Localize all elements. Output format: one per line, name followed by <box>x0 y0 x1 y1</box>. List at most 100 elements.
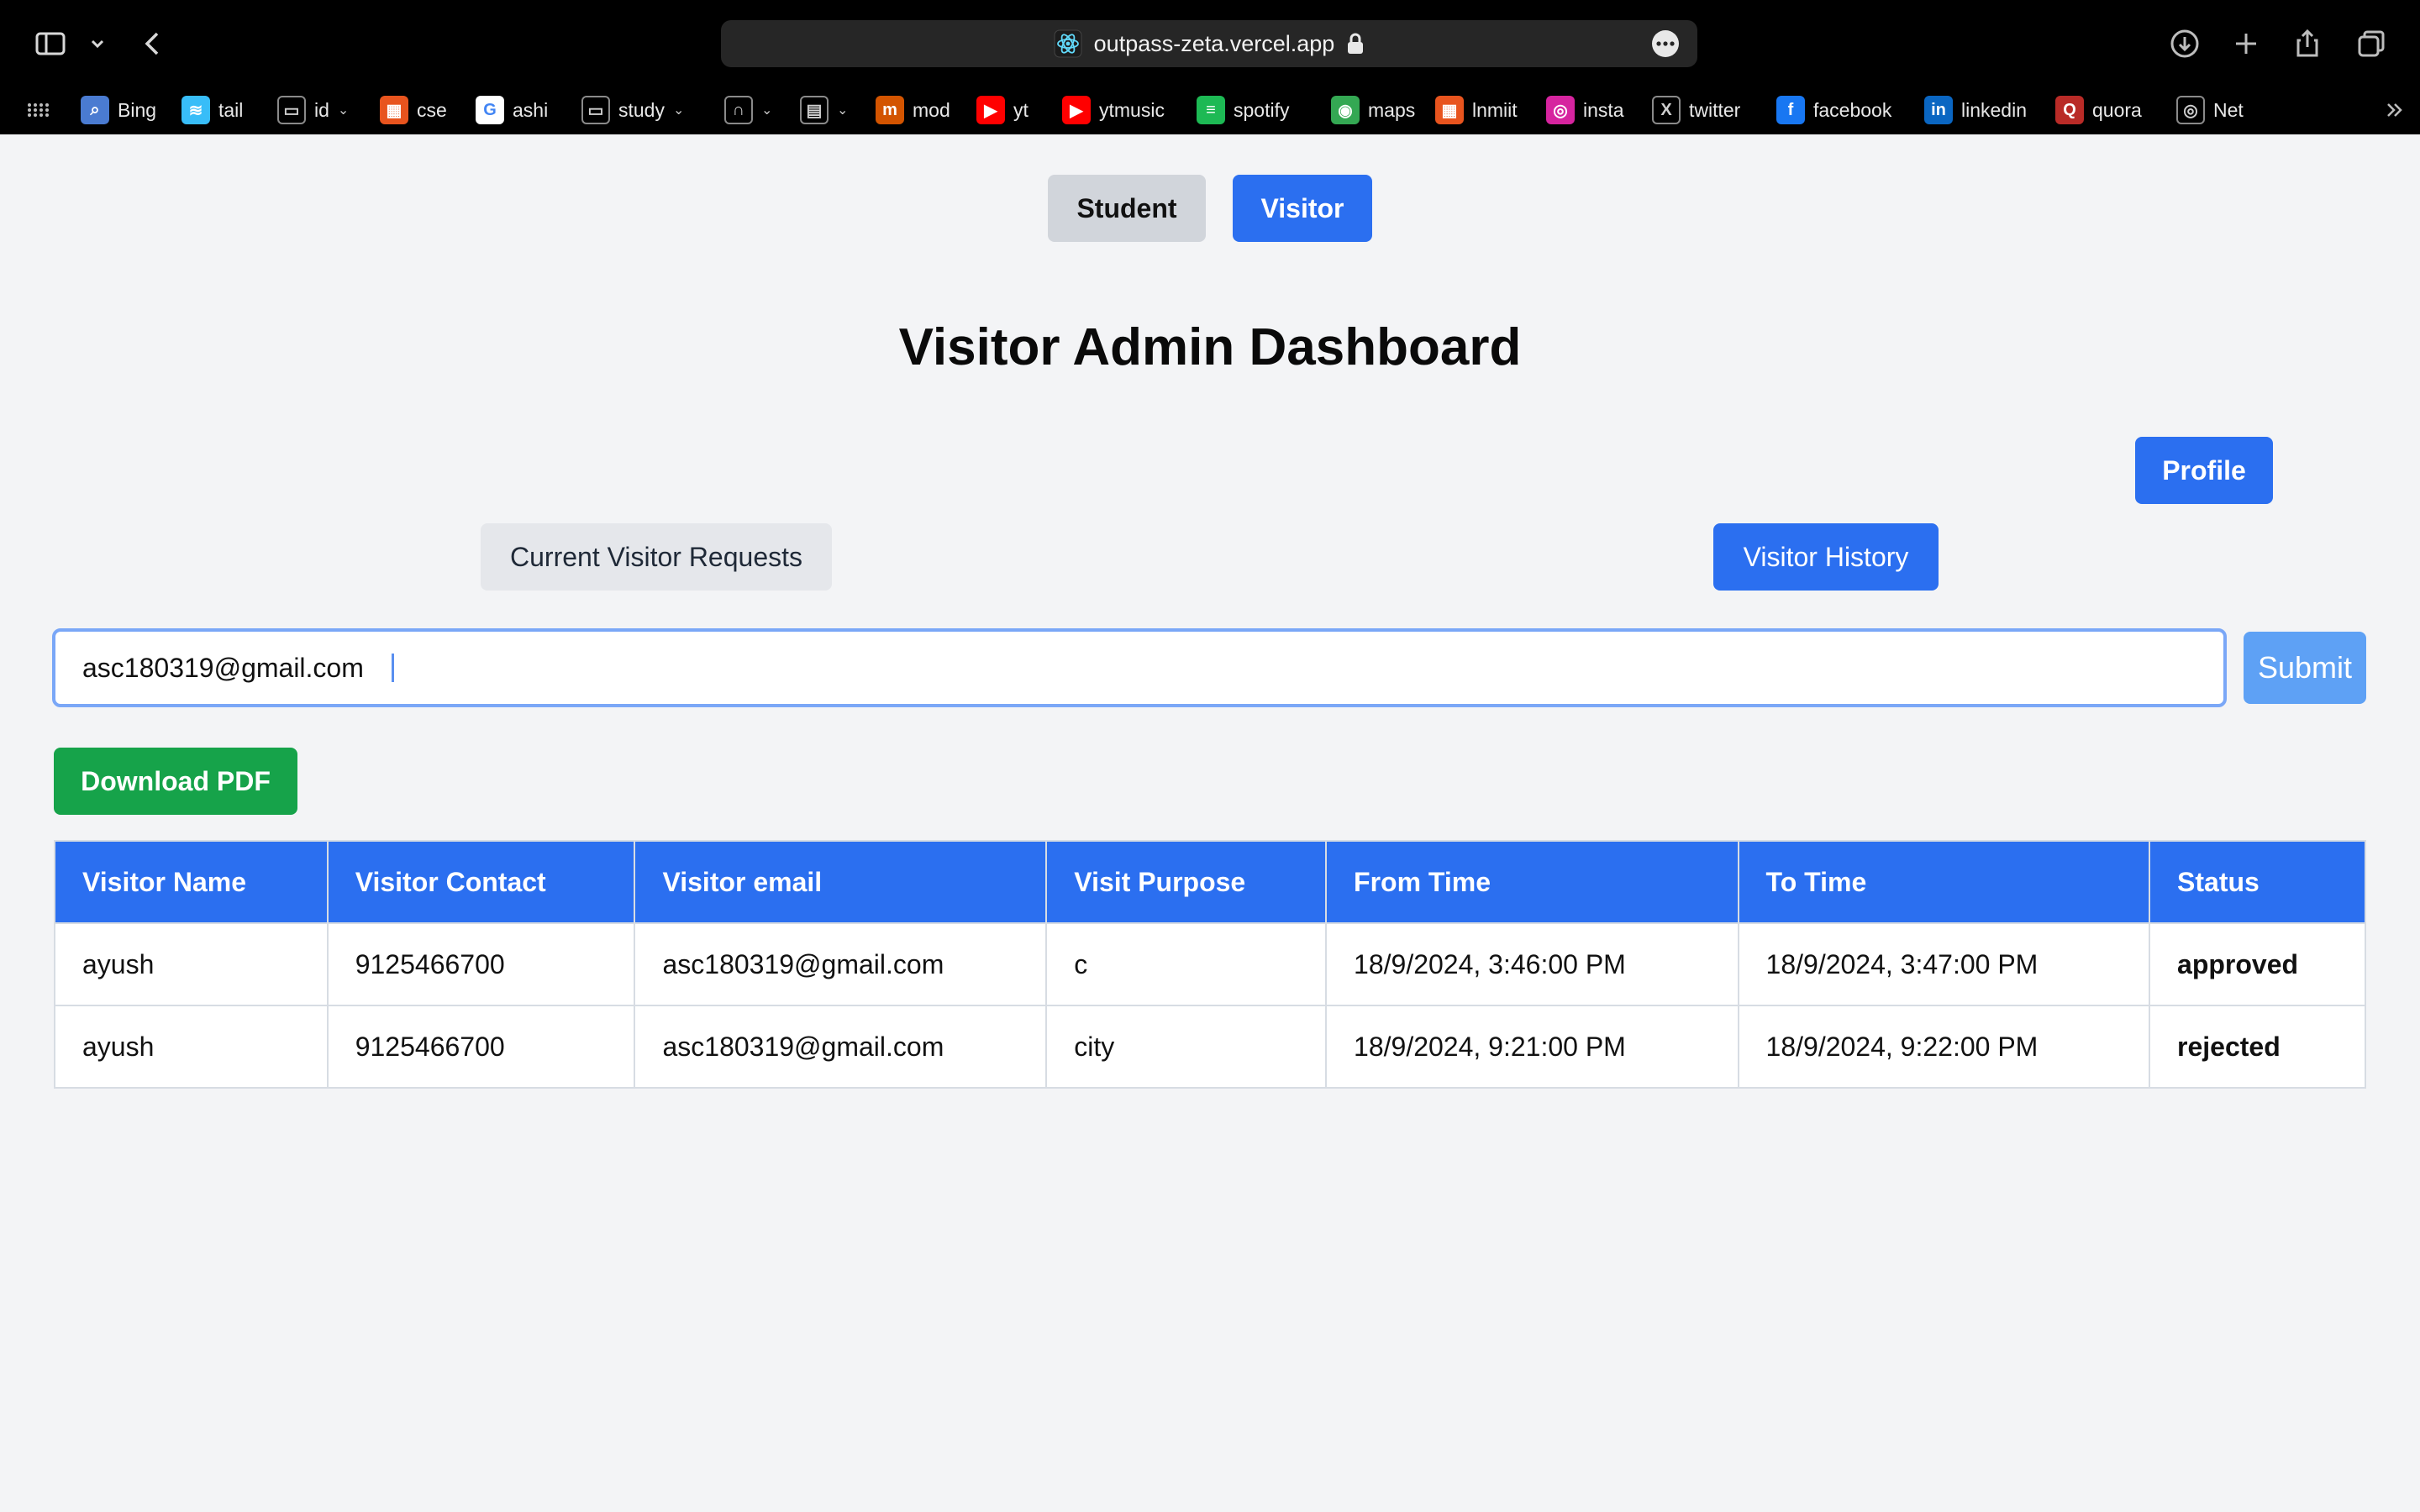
bookmark-item[interactable]: in linkedin <box>1924 94 2027 126</box>
cell-visitor-name: ayush <box>54 922 329 1006</box>
ytmusic-icon: ▶ <box>1062 96 1091 124</box>
bookmark-label: tail <box>218 98 244 121</box>
bookmark-item[interactable]: ▶ ytmusic <box>1062 94 1165 126</box>
chevron-down-icon: ⌄ <box>672 103 685 118</box>
bookmark-item[interactable]: ≋ tail <box>182 94 243 126</box>
chevron-down-icon[interactable] <box>79 25 116 62</box>
status-badge: rejected <box>2149 1005 2366 1089</box>
cell-visitor-email: asc180319@gmail.com <box>634 1005 1048 1089</box>
cell-from-time: 18/9/2024, 3:46:00 PM <box>1325 922 1739 1006</box>
youtube-icon: ▶ <box>976 96 1005 124</box>
instagram-icon: ◎ <box>1546 96 1575 124</box>
bookmark-item[interactable]: ▤ ⌄ <box>800 94 848 126</box>
text-caret <box>392 654 394 682</box>
share-icon[interactable] <box>2289 25 2326 62</box>
bookmark-label: Net <box>2213 98 2244 121</box>
folder-icon: ▭ <box>277 96 306 124</box>
bookmark-item[interactable]: ▦ cse <box>380 94 447 126</box>
bookmark-label: insta <box>1583 98 1624 121</box>
tailwind-icon: ≋ <box>182 96 210 124</box>
bookmark-item[interactable]: Gashi <box>476 94 548 126</box>
student-tab-button[interactable]: Student <box>1048 175 1206 242</box>
header-to-time: To Time <box>1737 840 2151 924</box>
bookmark-item[interactable]: Qquora <box>2055 94 2142 126</box>
page-content: Student Visitor Visitor Admin Dashboard … <box>0 134 2420 1512</box>
bookmark-label: Bing <box>118 98 157 121</box>
bookmark-item[interactable]: ◎ Net <box>2176 94 2244 126</box>
chevron-down-icon: ⌄ <box>337 103 350 118</box>
bookmark-item[interactable]: f facebook <box>1776 94 1891 126</box>
bookmark-label: twitter <box>1689 98 1741 121</box>
bookmark-item[interactable]: ⌕ Bing <box>81 94 156 126</box>
bookmark-item[interactable]: ≡ spotify <box>1197 94 1289 126</box>
bookmark-item[interactable]: ◉ maps <box>1331 94 1415 126</box>
visitor-tab-button[interactable]: Visitor <box>1233 175 1372 242</box>
bookmark-label: ashi <box>513 98 549 121</box>
address-bar[interactable]: outpass-zeta.vercel.app <box>721 20 1697 67</box>
quora-icon: Q <box>2055 96 2084 124</box>
cell-visit-purpose: city <box>1045 1005 1328 1089</box>
cell-visitor-email: asc180319@gmail.com <box>634 922 1048 1006</box>
visitor-table: Visitor Name Visitor Contact Visitor ema… <box>54 840 2366 1089</box>
page-title: Visitor Admin Dashboard <box>898 318 1522 376</box>
header-visit-purpose: Visit Purpose <box>1045 840 1328 924</box>
lnmiit-icon: ▦ <box>1435 96 1464 124</box>
folder-icon: ▭ <box>581 96 610 124</box>
email-search-input[interactable] <box>52 628 2227 707</box>
profile-button[interactable]: Profile <box>2135 437 2273 504</box>
bookmark-item[interactable]: ▶ yt <box>976 94 1028 126</box>
more-options-icon[interactable] <box>1652 30 1679 57</box>
back-icon[interactable] <box>134 25 171 62</box>
bookmark-item[interactable]: m mod <box>876 94 950 126</box>
header-visitor-email: Visitor email <box>634 840 1048 924</box>
globe-icon: ◎ <box>2176 96 2205 124</box>
mod-icon: m <box>876 96 904 124</box>
bookmark-label: mod <box>913 98 950 121</box>
bookmark-label: maps <box>1368 98 1416 121</box>
bookmark-item[interactable]: ▦ lnmiit <box>1435 94 1518 126</box>
bookmark-item[interactable]: ∩ ⌄ <box>724 94 772 126</box>
cell-from-time: 18/9/2024, 9:21:00 PM <box>1325 1005 1739 1089</box>
bookmark-label: id <box>314 98 329 121</box>
visitor-history-button[interactable]: Visitor History <box>1713 523 1939 591</box>
download-icon[interactable] <box>2166 25 2203 62</box>
bookmark-label: yt <box>1013 98 1028 121</box>
header-status: Status <box>2149 840 2366 924</box>
cell-to-time: 18/9/2024, 3:47:00 PM <box>1737 922 2151 1006</box>
headphones-icon: ∩ <box>724 96 753 124</box>
download-pdf-button[interactable]: Download PDF <box>54 748 297 815</box>
submit-button[interactable]: Submit <box>2244 632 2366 704</box>
more-bookmarks-icon[interactable] <box>2383 94 2407 126</box>
apps-grid-icon[interactable] <box>25 94 50 126</box>
bookmark-item[interactable]: ▭ id ⌄ <box>277 94 349 126</box>
chevron-down-icon: ⌄ <box>837 103 849 118</box>
spotify-icon: ≡ <box>1197 96 1225 124</box>
bookmark-item[interactable]: ▭ study ⌄ <box>581 94 684 126</box>
header-visitor-name: Visitor Name <box>54 840 329 924</box>
facebook-icon: f <box>1776 96 1805 124</box>
bookmarks-bar: ⌕ Bing ≋ tail ▭ id ⌄ ▦ cse Gashi ▭ study ⌄ ∩ ⌄ ▤ ⌄ m mod ▶ y… <box>0 91 2420 129</box>
lock-icon <box>1348 33 1364 54</box>
x-icon: X <box>1652 96 1681 124</box>
sidebar-toggle-icon[interactable] <box>32 25 69 62</box>
cell-visitor-contact: 9125466700 <box>326 922 636 1006</box>
linkedin-icon: in <box>1924 96 1953 124</box>
bookmark-label: study <box>618 98 665 121</box>
react-site-icon <box>1054 29 1082 58</box>
url-text: outpass-zeta.vercel.app <box>1093 30 1335 56</box>
current-visitor-requests-button[interactable]: Current Visitor Requests <box>481 523 832 591</box>
bookmark-label: spotify <box>1234 98 1290 121</box>
browser-chrome: outpass-zeta.vercel.app ⌕ Bing ≋ tail ▭ id ⌄ ▦ c… <box>0 0 2420 134</box>
new-tab-icon[interactable] <box>2228 25 2265 62</box>
bookmark-item[interactable]: ◎ insta <box>1546 94 1624 126</box>
chevron-down-icon: ⌄ <box>761 103 773 118</box>
tab-overview-icon[interactable] <box>2353 25 2390 62</box>
table-header-row: Visitor Name Visitor Contact Visitor ema… <box>54 840 2366 924</box>
bookmark-label: facebook <box>1813 98 1892 121</box>
bookmark-item[interactable]: Xtwitter <box>1652 94 1740 126</box>
cse-icon: ▦ <box>380 96 408 124</box>
cell-to-time: 18/9/2024, 9:22:00 PM <box>1737 1005 2151 1089</box>
cell-visitor-contact: 9125466700 <box>326 1005 636 1089</box>
cell-visit-purpose: c <box>1045 922 1328 1006</box>
header-from-time: From Time <box>1325 840 1739 924</box>
